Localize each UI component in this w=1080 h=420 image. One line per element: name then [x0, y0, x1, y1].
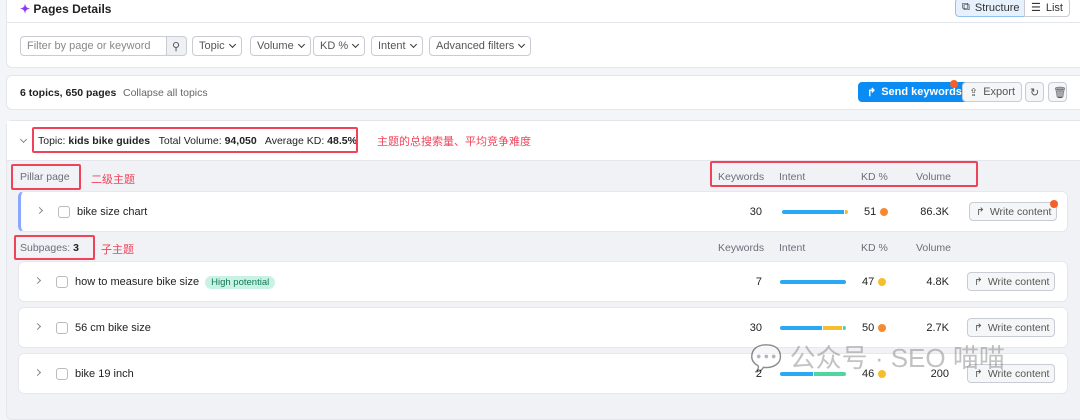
intent-filter[interactable]: Intent [371, 36, 423, 56]
col-kd: KD % [861, 242, 888, 254]
view-list-button[interactable]: ☰ List [1024, 0, 1070, 17]
checkbox[interactable] [56, 322, 68, 334]
annotation-box [14, 235, 95, 260]
label: Advanced filters [436, 40, 515, 52]
write-content-button[interactable]: ↱ Write content [967, 272, 1055, 291]
label: Write content [987, 321, 1050, 334]
col-keywords: Keywords [718, 242, 765, 254]
label: Intent [378, 40, 406, 52]
kd-dot [878, 278, 887, 286]
export-button[interactable]: ⇪ Export [962, 82, 1023, 102]
watermark: 💬 公众号 · SEO 喵喵 [750, 338, 1005, 375]
kd-value: 51 [864, 206, 877, 218]
watermark-text: 公众号 · SEO 喵喵 [789, 343, 1005, 373]
annotation-pillar: 二级主题 [91, 174, 135, 186]
kd: 50 [862, 322, 887, 334]
divider [6, 22, 1080, 23]
kd: 47 [862, 276, 887, 288]
upload-icon: ⇪ [969, 86, 979, 99]
page-name: 56 cm bike size [75, 322, 151, 334]
topic-count: 6 topics, 650 pages [20, 87, 117, 99]
share-icon: ↱ [974, 275, 983, 288]
chevron-right-icon[interactable] [33, 322, 42, 331]
checkbox[interactable] [56, 368, 68, 380]
label: Volume [257, 40, 294, 52]
label: Write content [989, 205, 1052, 218]
annotation-box [32, 127, 358, 153]
topic-filter[interactable]: Topic [192, 36, 242, 56]
label: Structure [974, 1, 1020, 14]
kd-value: 47 [862, 276, 875, 288]
refresh-button[interactable]: ↻ [1025, 82, 1044, 102]
sparkle-icon: ✦ [20, 2, 31, 16]
annotation-box [710, 161, 978, 187]
checkbox[interactable] [58, 206, 70, 218]
kd: 51 [864, 206, 889, 218]
chevron-down-icon [352, 40, 360, 49]
kd-value: 50 [862, 322, 875, 334]
checkbox[interactable] [56, 276, 68, 288]
search-icon: ⚲ [172, 40, 181, 53]
label: Send keywords [881, 86, 962, 98]
keywords: 30 [749, 322, 762, 334]
col-intent: Intent [779, 242, 806, 254]
advanced-filters[interactable]: Advanced filters [429, 36, 532, 56]
annotation-topic: 主题的总搜索量、平均竞争难度 [377, 136, 531, 148]
write-content-button[interactable]: ↱ Write content [967, 318, 1055, 337]
label: Export [983, 86, 1016, 98]
kd-dot [880, 208, 889, 216]
intent-bar [780, 280, 846, 284]
volume-filter[interactable]: Volume [250, 36, 311, 56]
share-icon: ↱ [976, 205, 985, 218]
keywords: 30 [749, 206, 762, 218]
structure-icon: ⧉ [962, 1, 970, 13]
page-title: Pages Details [33, 2, 112, 16]
refresh-icon: ↻ [1030, 86, 1040, 99]
delete-button[interactable]: 🗑 [1048, 82, 1067, 102]
title: ✦ Pages Details [20, 2, 111, 16]
label: KD % [320, 40, 349, 52]
volume: 86.3K [920, 206, 949, 218]
list-icon: ☰ [1031, 2, 1041, 14]
kd-filter[interactable]: KD % [313, 36, 366, 56]
annotation-sub: 子主题 [101, 244, 134, 256]
keywords: 7 [755, 276, 762, 288]
intent-bar [780, 326, 846, 330]
search-input[interactable]: Filter by page or keyword [20, 36, 168, 56]
chevron-down-icon [228, 40, 236, 49]
annotation-box [11, 164, 81, 190]
notification-dot [950, 80, 958, 88]
trash-icon: 🗑 [1053, 86, 1067, 99]
volume: 2.7K [926, 322, 949, 334]
chevron-right-icon[interactable] [33, 276, 42, 285]
write-content-button[interactable]: ↱ Write content [969, 202, 1057, 221]
page-name: how to measure bike size [75, 276, 200, 288]
share-icon: ↱ [867, 86, 877, 99]
volume: 4.8K [926, 276, 949, 288]
chevron-right-icon[interactable] [33, 368, 42, 377]
label: Write content [987, 275, 1050, 288]
view-structure-button[interactable]: ⧉ Structure [955, 0, 1027, 17]
kd-dot [878, 324, 887, 332]
page-name: bike 19 inch [75, 368, 134, 380]
subpage-row[interactable]: how to measure bike size High potential 7… [18, 261, 1068, 302]
placeholder: Filter by page or keyword [27, 40, 151, 52]
high-potential-badge: High potential [205, 276, 276, 289]
pillar-row[interactable]: bike size chart 30 51 86.3K ↱ Write conte… [18, 191, 1068, 232]
chevron-right-icon[interactable] [35, 206, 44, 215]
share-icon: ↱ [974, 321, 983, 334]
chevron-down-icon [409, 40, 417, 49]
chevron-down-icon [297, 40, 305, 49]
intent-bar [782, 210, 848, 214]
collapse-all-link[interactable]: Collapse all topics [123, 87, 208, 99]
label: List [1045, 1, 1063, 14]
header-card [6, 0, 1080, 68]
wechat-icon: 💬 [750, 343, 783, 373]
label: Topic [199, 40, 225, 52]
page-name: bike size chart [77, 206, 148, 218]
chevron-down-icon [518, 40, 526, 49]
col-volume: Volume [916, 242, 952, 254]
search-button[interactable]: ⚲ [166, 36, 187, 56]
notification-dot [1050, 200, 1058, 208]
